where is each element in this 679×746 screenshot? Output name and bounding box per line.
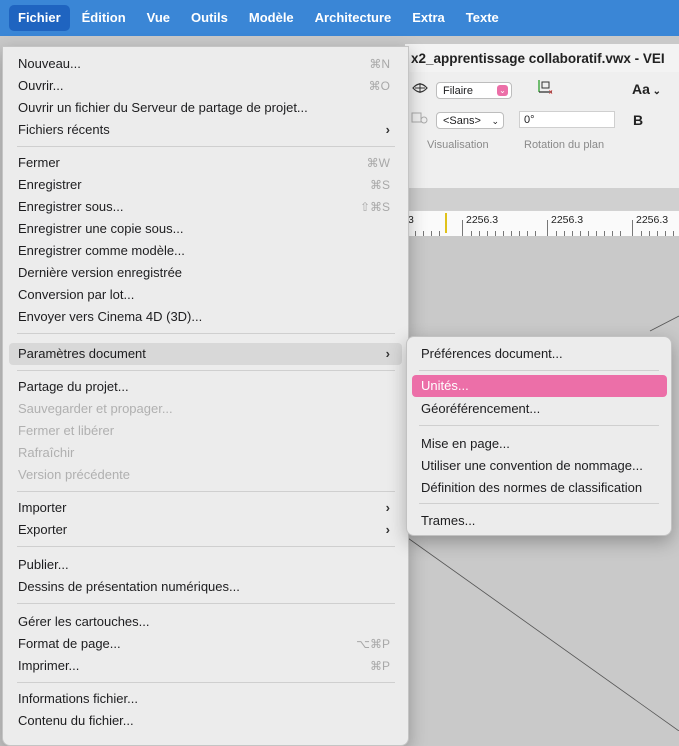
- menu-fichier[interactable]: Fichier: [9, 5, 70, 31]
- menu-item-cinema-4d[interactable]: Envoyer vers Cinema 4D (3D)...: [9, 306, 402, 328]
- shortcut-label: ⇧⌘S: [359, 200, 390, 214]
- ruler-label: 2256.3: [551, 214, 584, 226]
- bold-button[interactable]: B: [633, 112, 643, 128]
- axis-icon[interactable]: x: [535, 77, 555, 99]
- menu-item-fichiers-recents[interactable]: Fichiers récents ›: [9, 119, 402, 141]
- ruler-label: 2256.3: [466, 214, 499, 226]
- menu-item-sauvegarder-propager: Sauvegarder et propager...: [18, 401, 173, 416]
- submenu-item-preferences-document[interactable]: Préférences document...: [412, 343, 667, 365]
- menu-item-enregistrer-copie[interactable]: Enregistrer une copie sous...: [9, 218, 402, 240]
- submenu-item-convention-nommage[interactable]: Utiliser une convention de nommage...: [412, 455, 667, 477]
- menu-item-nouveau[interactable]: Nouveau... ⌘N: [9, 53, 402, 75]
- submenu-item-unites[interactable]: Unités...: [412, 375, 667, 397]
- rotation-value: 0°: [524, 114, 535, 126]
- menu-item-dessins-presentation[interactable]: Dessins de présentation numériques...: [9, 576, 402, 598]
- submenu-item-georeferencement[interactable]: Géoréférencement...: [412, 398, 667, 420]
- rotation-field[interactable]: 0°: [519, 111, 615, 128]
- rotation-caption: Rotation du plan: [524, 139, 605, 151]
- render-mode-select[interactable]: Filaire ⌄: [436, 82, 512, 99]
- render-mode-icon[interactable]: [411, 80, 429, 100]
- chevron-right-icon: ›: [385, 522, 390, 537]
- menu-item-derniere-version[interactable]: Dernière version enregistrée: [9, 262, 402, 284]
- chevron-down-icon: ⌄: [491, 116, 499, 126]
- chevron-right-icon: ›: [385, 500, 390, 515]
- horizontal-ruler[interactable]: 3 2256.3 2256.3 2256.3: [405, 210, 679, 237]
- chevron-down-icon: ⌄: [497, 85, 508, 96]
- visualisation-caption: Visualisation: [427, 139, 489, 151]
- view-toolbar: Filaire ⌄ x Aa ⌄ <Sans> ⌄ 0° B Visualisa…: [405, 72, 679, 189]
- ruler-marker: [445, 213, 447, 233]
- menu-item-rafraichir: Rafraîchir: [18, 445, 75, 460]
- menu-item-ouvrir[interactable]: Ouvrir... ⌘O: [9, 75, 402, 97]
- menu-texte[interactable]: Texte: [457, 5, 508, 31]
- menu-item-version-precedente: Version précédente: [18, 467, 131, 482]
- shortcut-label: ⌘W: [366, 156, 390, 170]
- menu-modele[interactable]: Modèle: [240, 5, 303, 31]
- menu-item-informations-fichier[interactable]: Informations fichier...: [9, 688, 402, 710]
- menu-item-imprimer[interactable]: Imprimer... ⌘P: [9, 655, 402, 677]
- menu-item-parametres-document[interactable]: Paramètres document ›: [9, 343, 402, 365]
- fichier-menu: Nouveau... ⌘N Ouvrir... ⌘O Ouvrir un fichi…: [2, 46, 409, 746]
- class-select-value: <Sans>: [443, 115, 481, 127]
- menu-extra[interactable]: Extra: [403, 5, 454, 31]
- shortcut-label: ⌘O: [368, 79, 390, 93]
- menu-item-enregistrer-modele[interactable]: Enregistrer comme modèle...: [9, 240, 402, 262]
- font-button[interactable]: Aa ⌄: [632, 81, 661, 97]
- shortcut-label: ⌘S: [369, 178, 390, 192]
- menu-vue[interactable]: Vue: [138, 5, 179, 31]
- shortcut-label: ⌘P: [369, 659, 390, 673]
- menu-item-gerer-cartouches[interactable]: Gérer les cartouches...: [9, 611, 402, 633]
- submenu-item-trames[interactable]: Trames...: [412, 510, 667, 532]
- menubar: Fichier Édition Vue Outils Modèle Archit…: [0, 0, 679, 36]
- chevron-right-icon: ›: [385, 346, 390, 361]
- toolbar-gap: [405, 188, 679, 210]
- submenu-item-mise-en-page[interactable]: Mise en page...: [412, 433, 667, 455]
- menu-edition[interactable]: Édition: [73, 5, 135, 31]
- class-select[interactable]: <Sans> ⌄: [436, 112, 504, 129]
- chevron-right-icon: ›: [385, 122, 390, 137]
- menu-architecture[interactable]: Architecture: [306, 5, 401, 31]
- menu-item-format-page[interactable]: Format de page... ⌥⌘P: [9, 633, 402, 655]
- menu-item-ouvrir-serveur[interactable]: Ouvrir un fichier du Serveur de partage …: [9, 97, 402, 119]
- menu-item-exporter[interactable]: Exporter ›: [9, 519, 402, 541]
- menu-item-contenu-fichier[interactable]: Contenu du fichier...: [9, 710, 402, 732]
- menu-item-fermer-liberer: Fermer et libérer: [18, 423, 115, 438]
- menu-outils[interactable]: Outils: [182, 5, 237, 31]
- menu-item-partage-projet[interactable]: Partage du projet...: [9, 376, 402, 398]
- window-title: x2_apprentissage collaboratif.vwx - VEI: [405, 44, 679, 72]
- menu-item-fermer[interactable]: Fermer ⌘W: [9, 152, 402, 174]
- menu-item-publier[interactable]: Publier...: [9, 554, 402, 576]
- menu-item-enregistrer[interactable]: Enregistrer ⌘S: [9, 174, 402, 196]
- svg-text:x: x: [549, 89, 553, 95]
- shortcut-label: ⌥⌘P: [356, 637, 390, 651]
- shortcut-label: ⌘N: [369, 57, 390, 71]
- menu-item-conversion-lot[interactable]: Conversion par lot...: [9, 284, 402, 306]
- menu-item-enregistrer-sous[interactable]: Enregistrer sous... ⇧⌘S: [9, 196, 402, 218]
- ruler-label: 2256.3: [636, 214, 669, 226]
- render-mode-value: Filaire: [443, 85, 473, 97]
- class-icon: [411, 110, 429, 128]
- parametres-document-submenu: Préférences document... Unités... Géoréf…: [406, 336, 672, 536]
- menu-item-importer[interactable]: Importer ›: [9, 497, 402, 519]
- submenu-item-normes-classification[interactable]: Définition des normes de classification: [412, 477, 667, 499]
